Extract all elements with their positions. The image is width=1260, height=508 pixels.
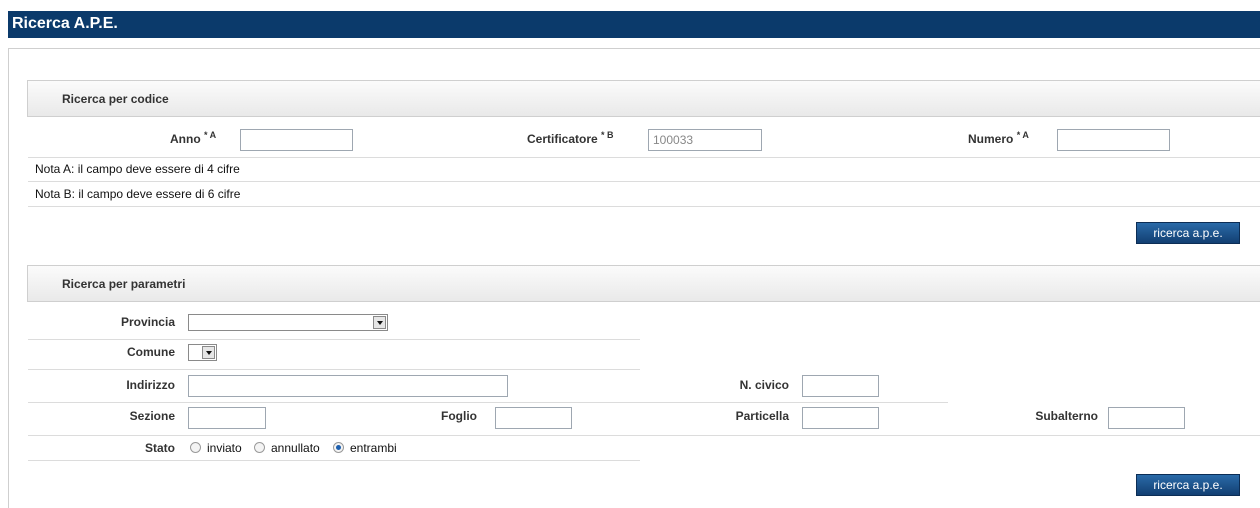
subalterno-label: Subalterno bbox=[1035, 409, 1098, 423]
divider bbox=[28, 157, 1260, 158]
divider bbox=[28, 402, 948, 403]
sezione-label: Sezione bbox=[129, 409, 175, 423]
radio-inviato[interactable] bbox=[190, 442, 201, 453]
note-b: Nota B: il campo deve essere di 6 cifre bbox=[35, 187, 241, 201]
radio-inviato-label: inviato bbox=[207, 441, 242, 455]
comune-label: Comune bbox=[127, 345, 175, 359]
chevron-down-icon bbox=[373, 316, 386, 329]
anno-label: Anno * A bbox=[170, 130, 217, 146]
anno-required-marker: * A bbox=[204, 130, 217, 140]
page-title: Ricerca A.P.E. bbox=[8, 11, 1260, 38]
indirizzo-input[interactable] bbox=[188, 375, 508, 397]
anno-input[interactable] bbox=[240, 129, 353, 151]
numero-required-marker: * A bbox=[1016, 130, 1029, 140]
comune-select[interactable] bbox=[188, 344, 217, 361]
divider bbox=[28, 435, 1260, 436]
numero-label: Numero * A bbox=[968, 130, 1029, 146]
chevron-down-icon bbox=[202, 346, 215, 359]
provincia-select[interactable] bbox=[188, 314, 388, 331]
certificatore-input[interactable] bbox=[648, 129, 762, 151]
divider bbox=[28, 206, 1260, 207]
sezione-input[interactable] bbox=[188, 407, 266, 429]
foglio-label: Foglio bbox=[441, 409, 477, 423]
ricerca-codice-button[interactable]: ricerca a.p.e. bbox=[1136, 222, 1240, 244]
foglio-input[interactable] bbox=[495, 407, 572, 429]
indirizzo-label: Indirizzo bbox=[126, 378, 175, 392]
section-header-parametri: Ricerca per parametri bbox=[27, 265, 1260, 302]
numero-input[interactable] bbox=[1057, 129, 1170, 151]
particella-label: Particella bbox=[735, 409, 789, 423]
divider bbox=[28, 339, 640, 340]
section-header-codice: Ricerca per codice bbox=[27, 80, 1260, 117]
divider bbox=[28, 460, 640, 461]
provincia-label: Provincia bbox=[120, 315, 175, 329]
ricerca-parametri-button[interactable]: ricerca a.p.e. bbox=[1136, 474, 1240, 496]
certificatore-required-marker: * B bbox=[601, 130, 614, 140]
divider bbox=[28, 369, 640, 370]
radio-entrambi[interactable] bbox=[333, 442, 344, 453]
radio-annullato[interactable] bbox=[254, 442, 265, 453]
particella-input[interactable] bbox=[802, 407, 879, 429]
stato-label: Stato bbox=[145, 441, 175, 455]
civico-label: N. civico bbox=[739, 378, 789, 392]
civico-input[interactable] bbox=[802, 375, 879, 397]
note-a: Nota A: il campo deve essere di 4 cifre bbox=[35, 162, 240, 176]
subalterno-input[interactable] bbox=[1108, 407, 1185, 429]
divider bbox=[28, 181, 1260, 182]
radio-entrambi-label: entrambi bbox=[350, 441, 397, 455]
certificatore-label: Certificatore * B bbox=[527, 130, 614, 146]
radio-annullato-label: annullato bbox=[271, 441, 320, 455]
